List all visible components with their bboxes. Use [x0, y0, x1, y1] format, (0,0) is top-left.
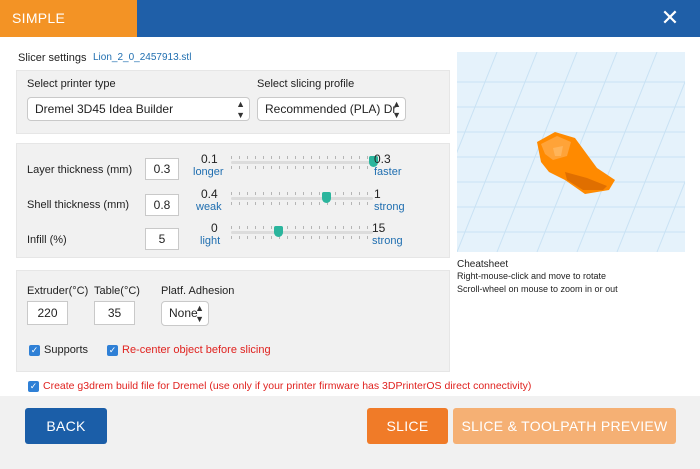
infill-slider-thumb[interactable]: [273, 226, 283, 237]
title-bar: SIMPLE ✕: [0, 0, 700, 37]
close-icon[interactable]: ✕: [658, 6, 682, 30]
slicing-profile-select[interactable]: Recommended (PLA) Dr ▲ ▼: [257, 97, 406, 121]
shell-min-value: 0.4: [201, 187, 218, 201]
layer-thickness-label: Layer thickness (mm): [27, 164, 133, 176]
layer-min-desc: longer: [193, 166, 224, 178]
platform-adhesion-value: None: [169, 306, 198, 320]
slicing-profile-value: Recommended (PLA) Dr: [265, 102, 397, 116]
infill-max-desc: strong: [372, 235, 403, 247]
extruder-temp-input[interactable]: 220: [27, 301, 68, 325]
recenter-label: Re-center object before slicing: [122, 344, 271, 356]
infill-slider[interactable]: [231, 224, 373, 242]
select-arrows-icon: ▲ ▼: [195, 303, 204, 324]
infill-max-value: 15: [372, 221, 386, 235]
table-temp-label: Table(°C): [94, 285, 140, 297]
printer-type-value: Dremel 3D45 Idea Builder: [35, 102, 174, 116]
back-button[interactable]: BACK: [25, 408, 107, 444]
extruder-temp-label: Extruder(°C): [27, 285, 89, 297]
printer-type-select[interactable]: Dremel 3D45 Idea Builder ▲ ▼: [27, 97, 250, 121]
recenter-checkbox[interactable]: ✓: [107, 345, 118, 356]
infill-label: Infill (%): [27, 234, 67, 246]
tab-simple[interactable]: SIMPLE: [0, 0, 137, 37]
model-preview[interactable]: [457, 52, 685, 252]
slice-preview-button[interactable]: SLICE & TOOLPATH PREVIEW: [453, 408, 676, 444]
platform-adhesion-select[interactable]: None ▲ ▼: [161, 301, 209, 326]
build-plate-grid: [457, 52, 685, 252]
supports-label: Supports: [44, 344, 89, 356]
infill-min-value: 0: [211, 221, 218, 235]
platform-adhesion-label: Platf. Adhesion: [161, 285, 235, 297]
table-temp-input[interactable]: 35: [94, 301, 135, 325]
shell-slider-thumb[interactable]: [322, 192, 332, 203]
cheatsheet-rotate: Right-mouse-click and move to rotate: [457, 271, 607, 281]
slicer-settings-label: Slicer settings: [18, 52, 87, 64]
slicing-profile-label: Select slicing profile: [257, 78, 355, 90]
g3drem-label: Create g3drem build file for Dremel (use…: [43, 380, 532, 392]
layer-thickness-input[interactable]: 0.3: [145, 158, 179, 180]
slice-button[interactable]: SLICE: [367, 408, 448, 444]
layer-min-value: 0.1: [201, 152, 218, 166]
cheatsheet-title: Cheatsheet: [457, 259, 509, 270]
file-name[interactable]: Lion_2_0_2457913.stl: [93, 52, 191, 63]
shell-thickness-label: Shell thickness (mm): [27, 199, 130, 211]
cheatsheet-zoom: Scroll-wheel on mouse to zoom in or out: [457, 284, 618, 294]
shell-min-desc: weak: [196, 201, 222, 213]
footer-bar: BACK SLICE SLICE & TOOLPATH PREVIEW: [0, 396, 700, 469]
shell-max-value: 1: [374, 187, 381, 201]
infill-input[interactable]: 5: [145, 228, 179, 250]
lion-model-icon: [537, 132, 615, 194]
select-arrows-icon: ▲ ▼: [236, 99, 245, 120]
printer-type-label: Select printer type: [27, 78, 116, 90]
shell-thickness-slider[interactable]: [231, 190, 373, 208]
g3drem-checkbox[interactable]: ✓: [28, 381, 39, 392]
infill-min-desc: light: [200, 235, 221, 247]
layer-thickness-slider[interactable]: [231, 154, 378, 172]
select-arrows-icon: ▲ ▼: [392, 99, 401, 120]
layer-max-desc: faster: [374, 166, 402, 178]
layer-max-value: 0.3: [374, 152, 391, 166]
shell-max-desc: strong: [374, 201, 405, 213]
shell-thickness-input[interactable]: 0.8: [145, 194, 179, 216]
supports-checkbox[interactable]: ✓: [29, 345, 40, 356]
